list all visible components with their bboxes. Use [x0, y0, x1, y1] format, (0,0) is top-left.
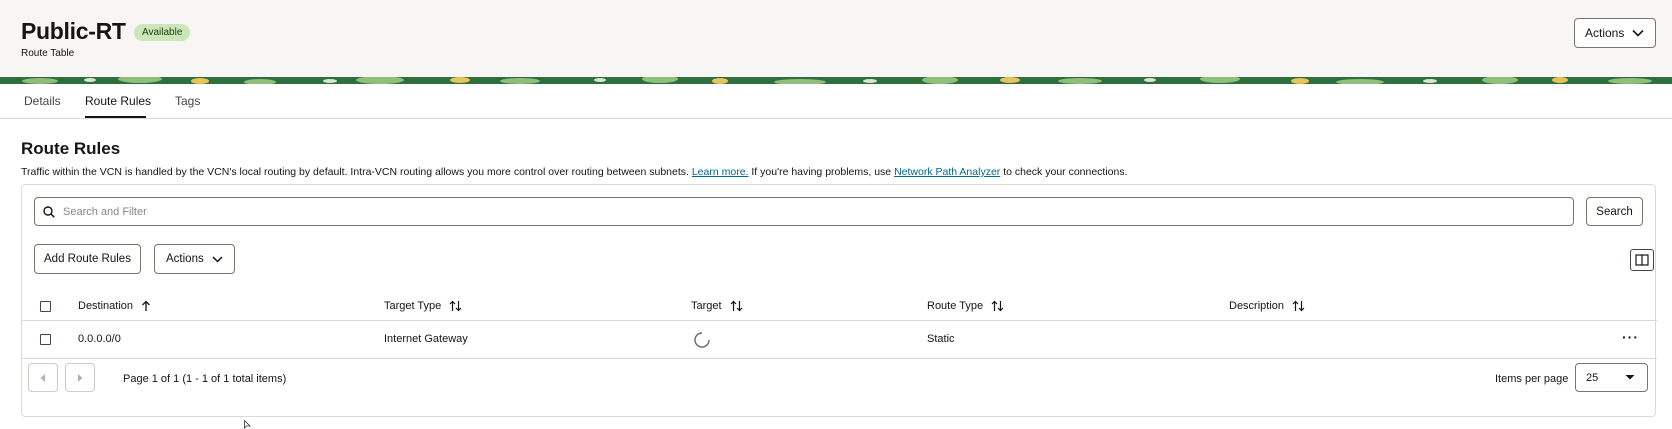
previous-page-button[interactable]	[28, 363, 58, 392]
header-actions-label: Actions	[1585, 26, 1625, 40]
sort-icon	[991, 300, 1004, 312]
sort-icon	[730, 300, 743, 312]
column-header-description[interactable]: Description	[1229, 300, 1305, 312]
decorative-banner	[0, 77, 1672, 84]
chevron-down-icon	[1632, 29, 1644, 37]
column-header-route-type[interactable]: Route Type	[927, 300, 1004, 312]
section-description: Traffic within the VCN is handled by the…	[21, 166, 1128, 178]
search-button[interactable]: Search	[1586, 197, 1643, 226]
select-all-checkbox[interactable]	[40, 301, 51, 312]
network-path-analyzer-link[interactable]: Network Path Analyzer	[894, 166, 1000, 178]
column-header-destination[interactable]: Destination	[78, 300, 151, 312]
description-text-1: Traffic within the VCN is handled by the…	[21, 166, 689, 178]
caret-left-icon	[40, 373, 45, 382]
cell-target	[693, 331, 711, 349]
table-header: Destination Target Type Target Route Typ…	[22, 293, 1657, 321]
learn-more-link[interactable]: Learn more.	[692, 166, 749, 178]
sort-icon	[449, 300, 462, 312]
description-text-2: If you're having problems, use	[751, 166, 892, 178]
search-box[interactable]	[34, 197, 1574, 226]
caret-down-icon	[1625, 375, 1635, 380]
cell-route-type: Static	[927, 333, 955, 345]
more-actions-icon[interactable]: ···	[1622, 329, 1639, 345]
columns-icon	[1635, 254, 1649, 266]
manage-columns-button[interactable]	[1630, 249, 1654, 271]
column-label: Description	[1229, 300, 1285, 312]
header-actions-button[interactable]: Actions	[1574, 18, 1656, 48]
loading-spinner-icon	[694, 332, 710, 348]
sort-icon	[1292, 300, 1305, 312]
mouse-cursor-icon	[244, 420, 251, 429]
row-checkbox[interactable]	[40, 334, 51, 345]
page-header: Public-RT Available Route Table Actions	[0, 0, 1672, 78]
route-rules-panel: Search Add Route Rules Actions Destinati…	[21, 184, 1657, 417]
page-title: Public-RT	[21, 18, 126, 44]
pagination-info: Page 1 of 1 (1 - 1 of 1 total items)	[123, 373, 287, 385]
description-text-3: to check your connections.	[1003, 166, 1128, 178]
next-page-button[interactable]	[65, 363, 95, 392]
items-per-page-value: 25	[1586, 371, 1599, 384]
column-header-target-type[interactable]: Target Type	[384, 300, 462, 312]
tab-details[interactable]: Details	[24, 94, 61, 108]
column-label: Target	[691, 300, 722, 312]
tab-tags[interactable]: Tags	[175, 94, 200, 108]
cell-destination: 0.0.0.0/0	[78, 333, 121, 345]
caret-right-icon	[78, 373, 83, 382]
tab-bar: Details Route Rules Tags	[0, 84, 1672, 119]
column-label: Destination	[78, 300, 134, 312]
toolbar-actions-label: Actions	[166, 253, 204, 265]
tab-route-rules[interactable]: Route Rules	[85, 94, 151, 108]
column-label: Route Type	[927, 300, 984, 312]
page-subtitle: Route Table	[21, 48, 75, 59]
column-label: Target Type	[384, 300, 442, 312]
toolbar-actions-button[interactable]: Actions	[154, 244, 235, 274]
search-icon	[43, 205, 55, 218]
table-row: 0.0.0.0/0 Internet Gateway Static ···	[22, 321, 1657, 359]
items-per-page-label: Items per page	[1495, 373, 1569, 385]
add-route-rules-button[interactable]: Add Route Rules	[34, 244, 141, 274]
section-title: Route Rules	[21, 139, 121, 158]
status-badge: Available	[134, 24, 191, 41]
items-per-page-select[interactable]: 25	[1575, 363, 1648, 392]
search-input[interactable]	[63, 205, 1463, 218]
sort-ascending-icon	[142, 300, 151, 311]
active-tab-indicator	[85, 116, 146, 118]
cell-target-type: Internet Gateway	[384, 333, 468, 345]
column-header-target[interactable]: Target	[691, 300, 743, 312]
chevron-down-icon	[212, 255, 223, 263]
